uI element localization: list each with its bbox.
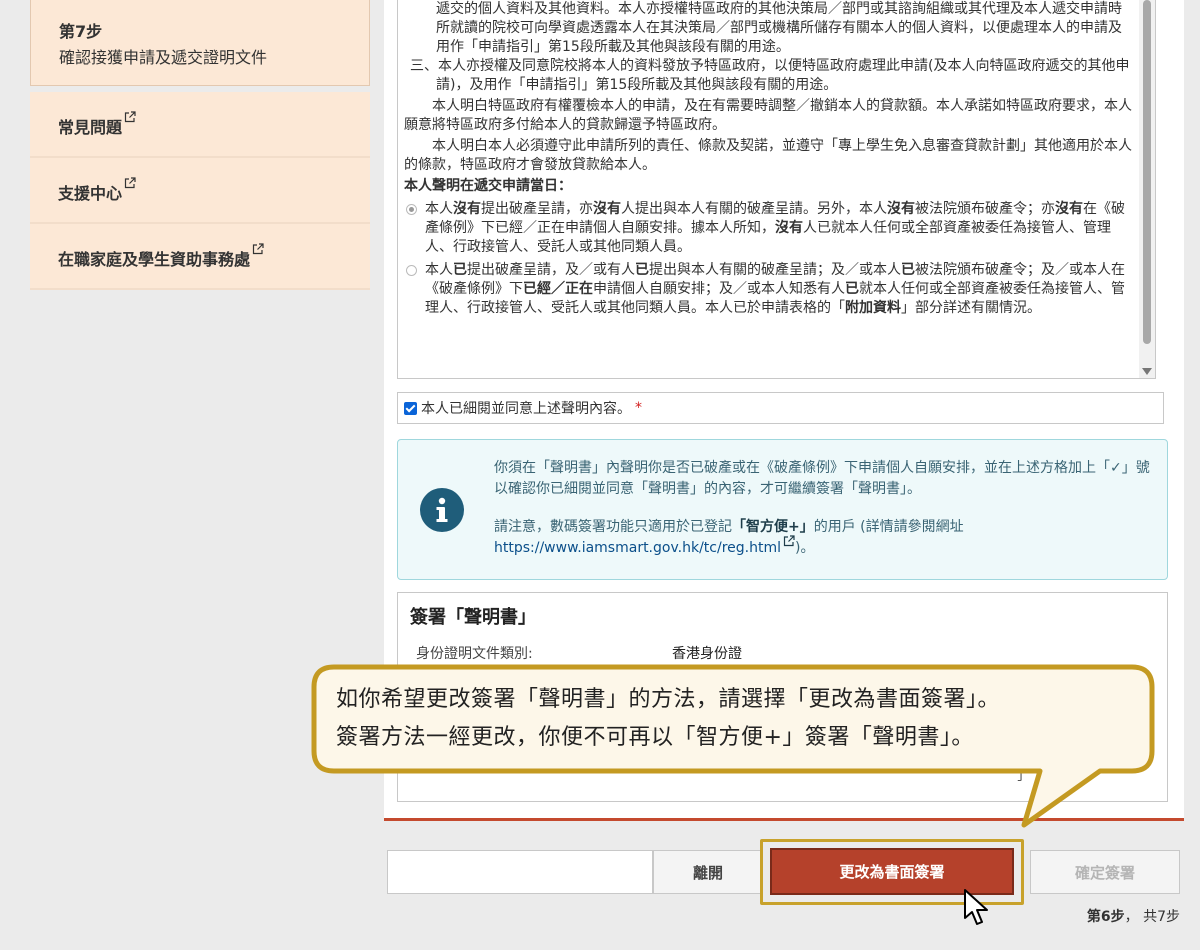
required-marker: * <box>635 400 642 416</box>
tooltip-text: 如你希望更改簽署「聲明書」的方法，請選擇「更改為書面簽署」。 簽署方法一經更改，… <box>336 681 1156 757</box>
tooltip-line: 簽署方法一經更改，你便不可再以「智方便+」簽署「聲明書」。 <box>336 725 974 750</box>
declaration-text: 遞交的個人資料及其他資料。本人亦授權特區政府的其他決策局／部門或其諮詢組織或其代… <box>436 1 1122 55</box>
agree-label: 本人已細閱並同意上述聲明內容。 <box>421 401 631 417</box>
agree-checkbox-row[interactable]: 本人已細閱並同意上述聲明內容。 * <box>397 392 1164 424</box>
declaration-paragraph: 本人明白本人必須遵守此申請所列的責任、條款及契諾，並遵守「專上學生免入息審查貸款… <box>404 138 1132 173</box>
iamsmart-link[interactable]: https://www.iamsmart.gov.hk/tc/reg.html <box>494 540 781 556</box>
external-link-icon <box>124 177 136 189</box>
scrollbar-thumb[interactable] <box>1143 0 1151 344</box>
sidebar-link-wfsfaa[interactable]: 在職家庭及學生資助事務處 <box>30 224 370 290</box>
sidebar-link-label: 常見問題 <box>58 118 123 137</box>
tooltip-line: 如你希望更改簽署「聲明書」的方法，請選擇「更改為書面簽署」。 <box>336 687 1001 712</box>
external-link-icon <box>252 243 264 255</box>
declaration-paragraph: 本人明白特區政府有權覆檢本人的申請，及在有需要時調整／撤銷本人的貸款額。本人承諾… <box>404 98 1132 133</box>
radio-button-selected[interactable] <box>406 204 417 215</box>
radio-button[interactable] <box>406 265 417 276</box>
confirm-signature-button[interactable]: 確定簽署 <box>1030 850 1180 894</box>
info-icon <box>420 488 464 532</box>
sidebar-step-7[interactable]: 第7步 確認接獲申請及遞交證明文件 <box>30 0 370 86</box>
sidebar-link-label: 支援中心 <box>58 184 123 203</box>
declaration-item-3: 三、本人亦授權及同意院校將本人的資料發放予特區政府，以便特區政府處理此申請(及本… <box>410 58 1130 93</box>
option-text: 本人已提出破產呈請，及／或有人已提出與本人有關的破產呈請；及／或本人已被法院頒布… <box>425 262 1125 316</box>
info-text: 你須在「聲明書」內聲明你是否已破產或在《破產條例》下申請個人自願安排，並在上述方… <box>494 458 1154 559</box>
scroll-down-arrow-icon[interactable] <box>1142 368 1152 375</box>
sidebar-link-support[interactable]: 支援中心 <box>30 158 370 224</box>
sidebar: 第7步 確認接獲申請及遞交證明文件 常見問題 支援中心 在職家庭及學生資助事務處 <box>30 0 370 290</box>
sidebar-link-label: 在職家庭及學生資助事務處 <box>58 250 251 269</box>
button-bar-spacer <box>387 850 653 894</box>
info-notice: 你須在「聲明書」內聲明你是否已破產或在《破產條例》下申請個人自願安排，並在上述方… <box>397 439 1168 580</box>
bankruptcy-option-none[interactable]: 本人沒有提出破產呈請，亦沒有人提出與本人有關的破產呈請。另外，本人沒有被法院頒布… <box>404 200 1133 257</box>
info-paragraph: 你須在「聲明書」內聲明你是否已破產或在《破產條例》下申請個人自願安排，並在上述方… <box>494 460 1150 497</box>
declaration-heading: 本人聲明在遞交申請當日： <box>404 178 572 194</box>
option-text: 本人沒有提出破產呈請，亦沒有人提出與本人有關的破產呈請。另外，本人沒有被法院頒布… <box>425 201 1125 255</box>
step-text: 確認接獲申請及遞交證明文件 <box>59 48 268 67</box>
scrollbar[interactable] <box>1139 0 1155 378</box>
external-link-icon <box>783 535 795 547</box>
declaration-scroll-box[interactable]: 遞交的個人資料及其他資料。本人亦授權特區政府的其他決策局／部門或其諮詢組織或其代… <box>397 0 1156 379</box>
section-title: 簽署「聲明書」 <box>410 607 536 628</box>
external-link-icon <box>124 111 136 123</box>
leave-button[interactable]: 離開 <box>653 850 763 894</box>
sidebar-link-faq[interactable]: 常見問題 <box>30 92 370 158</box>
bankruptcy-option-yes[interactable]: 本人已提出破產呈請，及／或有人已提出與本人有關的破產呈請；及／或本人已被法院頒布… <box>404 261 1133 318</box>
step-number: 第7步 <box>59 22 103 41</box>
agree-checkbox[interactable] <box>404 401 417 415</box>
info-paragraph: 請注意，數碼簽署功能只適用於已登記「智方便+」的用戶 (詳情請參閱網址 https… <box>494 519 964 556</box>
mouse-pointer-icon <box>964 889 988 925</box>
step-indicator: 第6步， 共7步 <box>1086 909 1180 925</box>
